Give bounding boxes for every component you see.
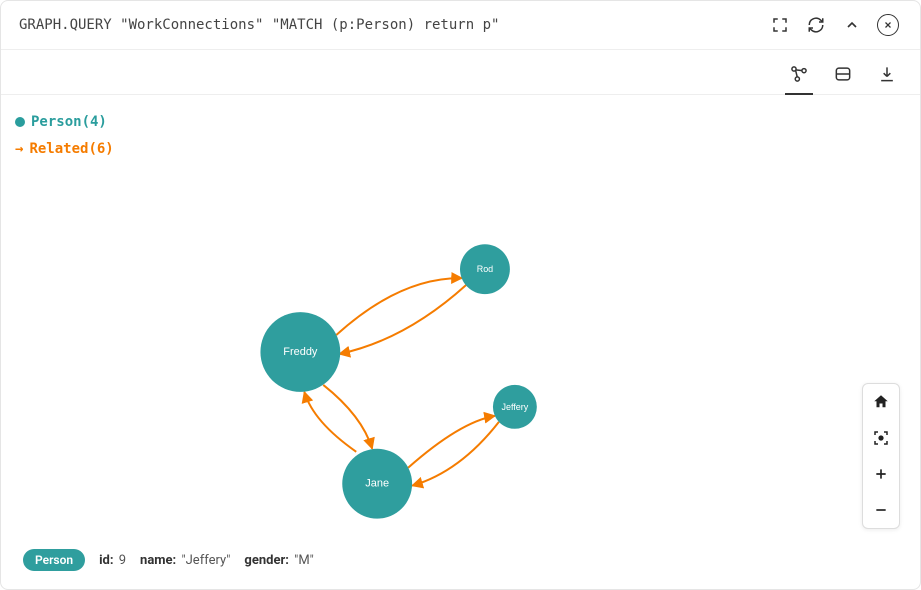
- node-rod[interactable]: Rod: [460, 244, 510, 294]
- edge-freddy-rod: [336, 278, 462, 335]
- selection-gender: gender: "M": [244, 553, 313, 568]
- node-jeffery-label: Jeffery: [501, 402, 528, 412]
- edge-rod-freddy: [339, 285, 466, 354]
- zoom-home-icon[interactable]: [863, 384, 899, 420]
- selection-type-badge: Person: [23, 549, 85, 571]
- table-view-tab[interactable]: [832, 60, 854, 88]
- zoom-in-icon[interactable]: [863, 456, 899, 492]
- node-jane-label: Jane: [365, 478, 389, 490]
- query-panel: GRAPH.QUERY "WorkConnections" "MATCH (p:…: [0, 0, 921, 590]
- graph-view-tab[interactable]: [788, 60, 810, 88]
- node-freddy-label: Freddy: [283, 346, 318, 358]
- node-freddy[interactable]: Freddy: [260, 312, 340, 392]
- edge-freddy-jane: [323, 385, 372, 449]
- collapse-icon[interactable]: [838, 11, 866, 39]
- graph-svg: Freddy Rod Jane Jeffery: [1, 95, 920, 589]
- edge-jane-freddy: [304, 392, 356, 452]
- graph-canvas[interactable]: Person(4) → Related(6): [1, 95, 920, 589]
- selection-footer: Person id: 9 name: "Jeffery" gender: "M": [23, 549, 314, 571]
- fullscreen-icon[interactable]: [766, 11, 794, 39]
- close-icon[interactable]: [874, 11, 902, 39]
- selection-id: id: 9: [99, 553, 126, 568]
- refresh-icon[interactable]: [802, 11, 830, 39]
- download-icon[interactable]: [876, 60, 898, 88]
- zoom-center-icon[interactable]: [863, 420, 899, 456]
- selection-name: name: "Jeffery": [140, 553, 230, 568]
- zoom-out-icon[interactable]: [863, 492, 899, 528]
- node-jane[interactable]: Jane: [342, 449, 412, 519]
- zoom-controls: [862, 383, 900, 529]
- view-tabs: [1, 50, 920, 95]
- node-rod-label: Rod: [477, 264, 493, 274]
- node-jeffery[interactable]: Jeffery: [493, 385, 537, 429]
- query-text: GRAPH.QUERY "WorkConnections" "MATCH (p:…: [19, 17, 758, 33]
- topbar: GRAPH.QUERY "WorkConnections" "MATCH (p:…: [1, 1, 920, 50]
